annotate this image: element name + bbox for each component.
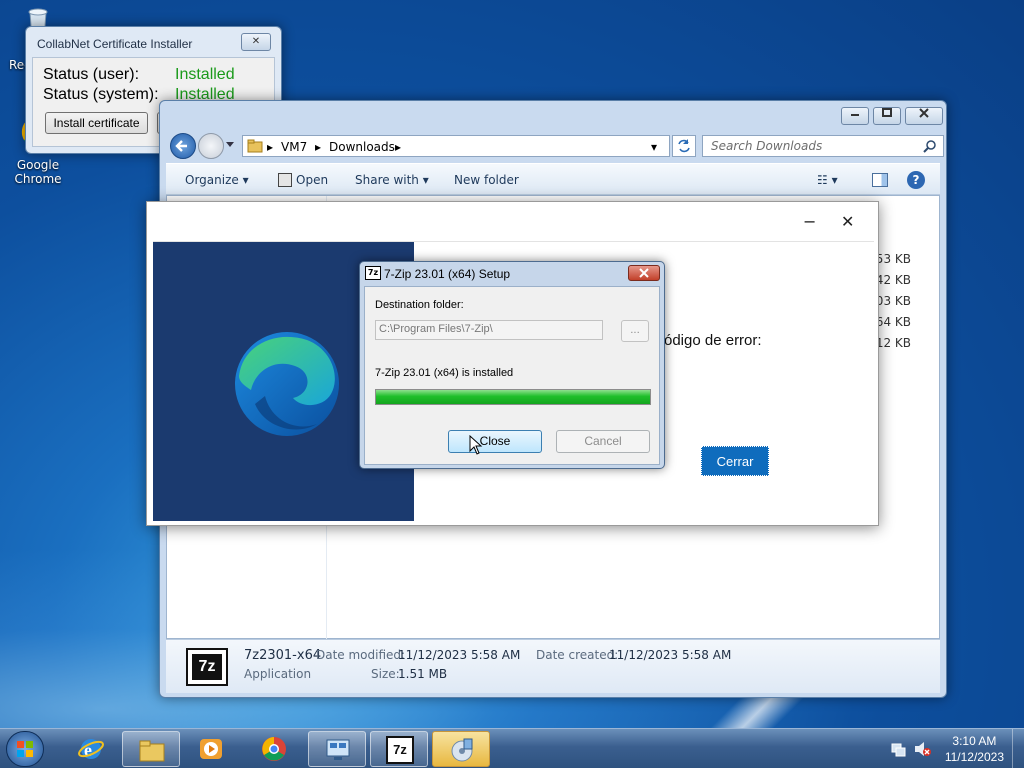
back-arrow-icon [175,140,187,152]
minimize-button[interactable] [841,107,869,125]
cerrar-button[interactable]: Cerrar [701,446,769,476]
show-desktop-button[interactable] [1012,729,1024,768]
help-icon[interactable]: ? [907,171,925,189]
chrome-label-line1: Google [16,158,60,172]
7zip-setup-dialog: 7z 7-Zip 23.01 (x64) Setup Destination f… [359,261,665,469]
address-bar[interactable]: ▸ VM7 ▸ Downloads ▸ ▾ [242,135,670,157]
install-status-text: 7-Zip 23.01 (x64) is installed [375,367,514,379]
system-clock[interactable]: 3:10 AM 11/12/2023 [945,733,1004,765]
breadcrumb-separator-icon: ▸ [315,140,322,154]
maximize-button[interactable] [873,107,901,125]
breadcrumb-separator-icon: ▸ [395,140,402,154]
start-button[interactable] [6,731,44,767]
date-modified-label: Date modified: [316,648,406,662]
status-user-label: Status (user): [43,66,140,83]
taskbar-explorer[interactable] [122,731,180,767]
taskbar-installer[interactable] [432,731,490,767]
command-bar: Organize ▾ Open Share with ▾ New folder … [166,163,940,195]
collabnet-title: CollabNet Certificate Installer [37,37,193,51]
edge-minimize-button[interactable]: − [803,212,816,231]
remote-desktop-icon [326,739,350,760]
media-player-icon [200,739,222,759]
history-dropdown[interactable] [226,142,234,147]
details-file-name: 7z2301-x64 [244,648,322,663]
status-system-row: Status (system): Installed [43,86,235,104]
details-pane: 7z 7z2301-x64 Application Date modified:… [166,639,940,693]
destination-folder-input[interactable]: C:\Program Files\7-Zip\ [375,320,603,340]
chrome-label-line2: Chrome [14,172,62,186]
view-options-icon[interactable]: ☷ ▾ [817,173,838,187]
forward-button[interactable] [198,133,224,159]
edge-close-button[interactable]: ✕ [841,212,854,231]
folder-icon [247,139,263,153]
date-created-value: 11/12/2023 5:58 AM [609,648,732,662]
browse-button[interactable]: ... [621,320,649,342]
minimize-icon [851,114,859,116]
7zip-close-dialog-button[interactable]: Close [448,430,542,453]
refresh-icon [678,139,690,153]
open-icon [278,173,292,187]
details-file-type: Application [244,667,312,681]
size-value: 1.51 MB [398,667,448,681]
breadcrumb-vm7[interactable]: VM7 [281,140,307,154]
status-system-label: Status (system): [43,86,159,103]
installer-icon [451,738,473,762]
date-created-label: Date created: [536,648,619,662]
taskbar: e 7z 3:10 AM 11/12/2023 [0,728,1024,768]
address-dropdown-icon[interactable]: ▾ [651,140,657,154]
organize-label: Organize [185,173,239,187]
close-icon [639,268,649,278]
edge-logo-icon [235,332,339,436]
back-button[interactable] [170,133,196,159]
maximize-icon [882,108,892,117]
7zip-title: 7-Zip 23.01 (x64) Setup [384,267,511,281]
clock-time: 3:10 AM [952,734,997,748]
destination-folder-label: Destination folder: [375,299,464,311]
share-with-button[interactable]: Share with ▾ [355,173,429,187]
organize-button[interactable]: Organize ▾ [185,173,249,187]
taskbar-chrome[interactable] [245,731,303,767]
status-user-row: Status (user): Installed [43,66,235,84]
taskbar-ie[interactable]: e [62,731,120,767]
status-user-value: Installed [175,66,235,83]
7zip-close-button[interactable] [628,265,660,281]
share-with-label: Share with [355,173,419,187]
clock-date: 11/12/2023 [944,750,1004,764]
install-certificate-button[interactable]: Install certificate [45,112,148,134]
close-button[interactable] [905,107,943,125]
search-input[interactable]: Search Downloads [702,135,944,157]
network-tray-icon[interactable] [890,741,906,757]
progress-fill [376,390,650,404]
mouse-cursor-icon [469,435,483,455]
edge-error-text: ódigo de error: [664,332,762,349]
taskbar-media-player[interactable] [182,731,240,767]
7zip-icon: 7z [386,736,414,764]
navigation-bar: ▸ VM7 ▸ Downloads ▸ ▾ Search Downloads [166,131,944,161]
size-label: Size: [371,667,400,681]
taskbar-remote-app[interactable] [308,731,366,767]
refresh-button[interactable] [672,135,696,157]
breadcrumb-separator-icon: ▸ [267,140,274,154]
file-size: 12 KB [875,336,911,350]
7zip-title-icon: 7z [365,266,381,280]
windows-logo-icon [17,741,33,757]
date-modified-value: 11/12/2023 5:58 AM [398,648,521,662]
taskbar-7zip[interactable]: 7z [370,731,428,767]
install-progress-bar [375,389,651,405]
collabnet-close-button[interactable]: ✕ [241,33,271,51]
internet-explorer-icon: e [78,739,104,760]
preview-pane-icon[interactable] [872,173,888,187]
search-icon[interactable] [923,140,937,154]
7zip-body: Destination folder: C:\Program Files\7-Z… [364,286,660,465]
breadcrumb-downloads[interactable]: Downloads [329,140,395,154]
close-icon [919,108,929,118]
folder-icon [139,740,165,762]
7zip-cancel-button[interactable]: Cancel [556,430,650,453]
new-folder-button[interactable]: New folder [454,173,519,187]
7zip-file-icon: 7z [186,648,228,686]
volume-muted-icon[interactable] [914,741,932,757]
open-button[interactable]: Open [296,173,328,187]
chrome-icon [262,737,286,761]
